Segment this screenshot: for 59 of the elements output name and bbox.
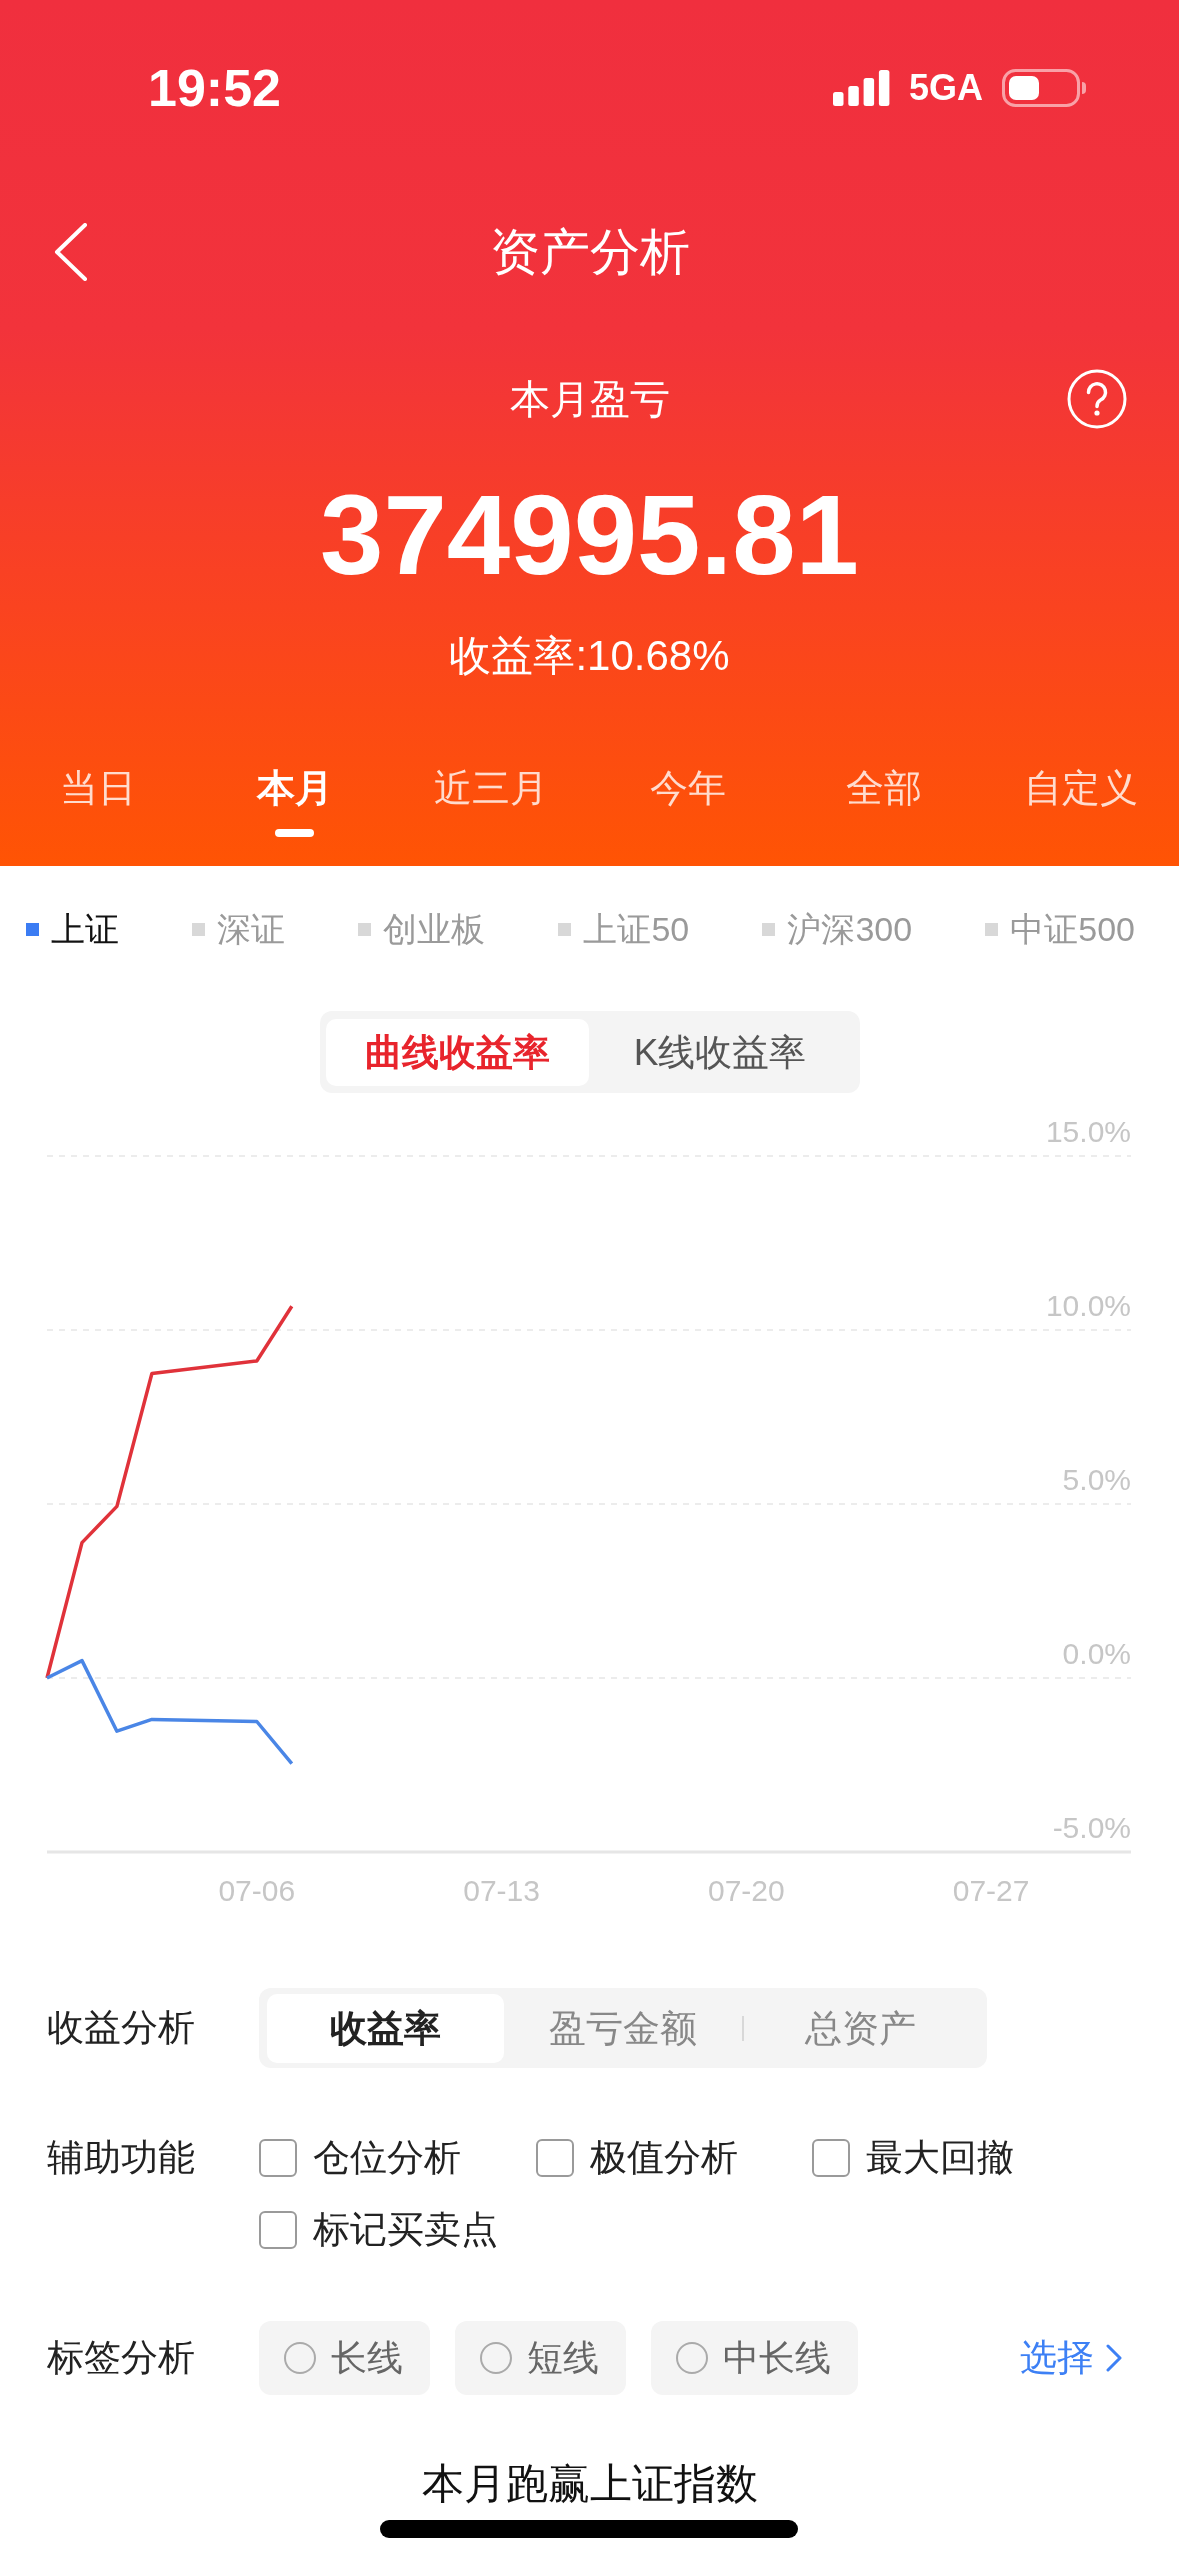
square-marker-icon	[26, 922, 39, 936]
return-rate: 收益率:10.68%	[449, 631, 730, 681]
page-title: 资产分析	[489, 223, 690, 282]
period-tab[interactable]: 全部	[786, 758, 983, 837]
checkbox[interactable]	[812, 2139, 850, 2177]
y-axis-label: 5.0%	[1062, 1463, 1131, 1496]
status-time: 19:52	[148, 60, 281, 116]
checkbox-label: 仓位分析	[313, 2136, 461, 2180]
checkbox[interactable]	[259, 2139, 297, 2177]
x-axis-label: 07-20	[708, 1874, 785, 1907]
segment-button[interactable]: 总资产	[741, 1994, 979, 2063]
row-label: 辅助功能	[47, 2136, 195, 2180]
x-axis-label: 07-13	[463, 1874, 540, 1907]
y-axis-label: -5.0%	[1052, 1811, 1131, 1844]
period-tab[interactable]: 近三月	[393, 758, 590, 837]
x-axis-label: 07-27	[952, 1874, 1030, 1907]
square-marker-icon	[558, 922, 572, 936]
select-link[interactable]: 选择	[1020, 2336, 1122, 2380]
square-marker-icon	[985, 922, 999, 936]
checkbox[interactable]	[536, 2139, 574, 2177]
index-legend-item[interactable]: 创业板	[358, 907, 486, 951]
mode-tab[interactable]: 曲线收益率	[325, 1019, 589, 1086]
signal-icon	[832, 70, 890, 106]
y-axis-label: 15.0%	[1045, 1115, 1131, 1148]
x-axis-label: 07-06	[218, 1874, 296, 1907]
section-heading: 本月跑赢上证指数	[421, 2462, 758, 2506]
tag-chip[interactable]: 短线	[455, 2321, 626, 2395]
checkbox-label: 最大回撤	[866, 2136, 1014, 2180]
help-icon[interactable]	[1067, 369, 1127, 429]
y-axis-label: 10.0%	[1045, 1289, 1131, 1322]
row-label: 标签分析	[47, 2336, 195, 2380]
segment-button[interactable]: 盈亏金额	[504, 1994, 742, 2063]
tag-chip[interactable]: 长线	[259, 2321, 430, 2395]
index-legend-item[interactable]: 中证500	[985, 907, 1135, 951]
index-legend-item[interactable]: 深证	[192, 907, 286, 951]
index-legend-item[interactable]: 上证	[26, 907, 119, 951]
segment-button[interactable]: 收益率	[267, 1994, 505, 2063]
square-marker-icon	[762, 922, 776, 936]
period-tab[interactable]: 当日	[0, 758, 197, 837]
checkbox[interactable]	[259, 2211, 297, 2249]
chevron-icon	[1106, 2344, 1122, 2372]
mode-tab[interactable]: K线收益率	[588, 1019, 852, 1086]
battery-icon	[1002, 69, 1086, 107]
tag-chip[interactable]: 中长线	[651, 2321, 858, 2395]
square-marker-icon	[192, 922, 206, 936]
summary-label: 本月盈亏	[509, 376, 670, 423]
y-axis-label: 0.0%	[1062, 1637, 1131, 1670]
period-tab[interactable]: 本月	[196, 758, 393, 837]
period-tab[interactable]: 今年	[589, 758, 786, 837]
row-label: 收益分析	[47, 2006, 195, 2050]
profit-amount: 374995.81	[320, 470, 859, 600]
back-icon[interactable]	[54, 223, 88, 281]
checkbox-label: 标记买卖点	[313, 2208, 498, 2252]
network-label: 5GA	[908, 68, 983, 108]
index-legend-item[interactable]: 沪深300	[762, 907, 913, 951]
checkbox-label: 极值分析	[590, 2136, 738, 2180]
period-tab[interactable]: 自定义	[982, 758, 1179, 837]
square-marker-icon	[358, 922, 372, 936]
index-legend-item[interactable]: 上证50	[558, 907, 690, 951]
